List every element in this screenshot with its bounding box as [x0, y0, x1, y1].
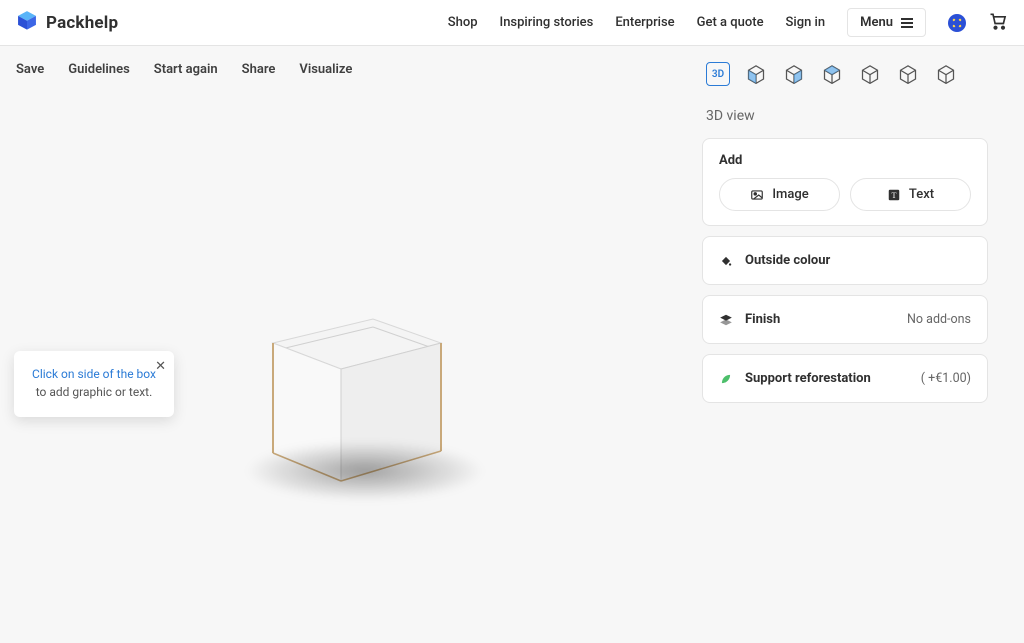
- add-panel: Add Image T Text: [702, 138, 988, 226]
- product-3d-box[interactable]: [245, 291, 455, 491]
- view-tab-bottom[interactable]: [934, 62, 958, 86]
- hint-highlight: Click on side of the box: [32, 367, 156, 381]
- view-tabs: 3D: [702, 62, 988, 86]
- reforestation-label: Support reforestation: [745, 371, 909, 386]
- finish-value: No add-ons: [907, 312, 971, 327]
- menu-button-label: Menu: [860, 15, 893, 30]
- box-logo-icon: [16, 9, 38, 36]
- add-heading: Add: [719, 153, 971, 168]
- hint-rest: to add graphic or text.: [36, 385, 153, 399]
- menu-button[interactable]: Menu: [847, 8, 926, 37]
- add-image-button[interactable]: Image: [719, 178, 840, 211]
- finish-row[interactable]: Finish No add-ons: [702, 295, 988, 344]
- toolbar-save[interactable]: Save: [16, 62, 44, 77]
- app-header: Packhelp Shop Inspiring stories Enterpri…: [0, 0, 1024, 46]
- close-icon[interactable]: ✕: [155, 357, 166, 377]
- svg-text:T: T: [891, 190, 896, 199]
- brand-logo[interactable]: Packhelp: [16, 9, 118, 36]
- add-text-button[interactable]: T Text: [850, 178, 971, 211]
- box-shadow: [245, 441, 485, 501]
- nav-shop[interactable]: Shop: [448, 15, 478, 30]
- leaf-icon: [719, 372, 733, 386]
- nav-sign-in[interactable]: Sign in: [786, 15, 826, 30]
- support-reforestation-row[interactable]: Support reforestation ( +€1.00): [702, 354, 988, 403]
- editor-canvas[interactable]: Save Guidelines Start again Share Visual…: [0, 46, 690, 643]
- reforestation-value: ( +€1.00): [921, 371, 971, 386]
- view-section-title: 3D view: [706, 108, 988, 124]
- nav-enterprise[interactable]: Enterprise: [615, 15, 674, 30]
- hamburger-icon: [901, 18, 913, 28]
- editor-toolbar: Save Guidelines Start again Share Visual…: [0, 46, 368, 93]
- outside-colour-label: Outside colour: [745, 253, 971, 268]
- layers-icon: [719, 313, 733, 327]
- view-tab-left[interactable]: [820, 62, 844, 86]
- add-image-label: Image: [772, 187, 808, 202]
- view-tab-3d-label: 3D: [712, 69, 724, 80]
- brand-name: Packhelp: [46, 13, 118, 33]
- nav-inspiring-stories[interactable]: Inspiring stories: [500, 15, 594, 30]
- view-tab-right[interactable]: [858, 62, 882, 86]
- nav-get-a-quote[interactable]: Get a quote: [697, 15, 764, 30]
- text-icon: T: [887, 188, 901, 202]
- paint-bucket-icon: [719, 254, 733, 268]
- side-panel: 3D 3D view Add: [690, 46, 1024, 643]
- view-tab-back[interactable]: [782, 62, 806, 86]
- toolbar-share[interactable]: Share: [242, 62, 276, 77]
- toolbar-guidelines[interactable]: Guidelines: [68, 62, 130, 77]
- hint-tooltip: ✕ Click on side of the box to add graphi…: [14, 351, 174, 417]
- region-eu-icon[interactable]: [948, 14, 966, 32]
- outside-colour-row[interactable]: Outside colour: [702, 236, 988, 285]
- view-tab-3d[interactable]: 3D: [706, 62, 730, 86]
- toolbar-visualize[interactable]: Visualize: [299, 62, 352, 77]
- add-text-label: Text: [909, 187, 934, 202]
- view-tab-front[interactable]: [744, 62, 768, 86]
- toolbar-start-again[interactable]: Start again: [154, 62, 218, 77]
- image-icon: [750, 188, 764, 202]
- cart-icon[interactable]: [988, 11, 1008, 35]
- view-tab-top[interactable]: [896, 62, 920, 86]
- finish-label: Finish: [745, 312, 895, 327]
